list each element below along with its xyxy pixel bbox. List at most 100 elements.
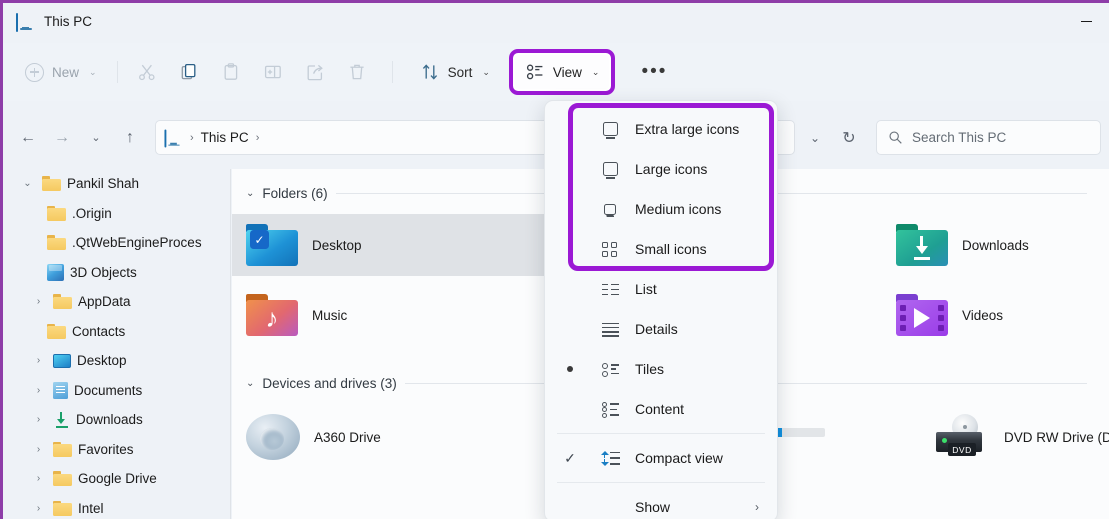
sidebar-item-label: Favorites [78,441,134,457]
group-title: Devices and drives (3) [262,375,397,391]
menu-separator [557,433,765,434]
menu-item-details[interactable]: Details [545,309,777,349]
check-icon: ✓ [564,449,576,466]
sidebar-item-label: Desktop [77,353,127,369]
view-layout-icon [526,64,543,80]
sidebar-item-intel[interactable]: › Intel [3,494,231,519]
sidebar-item-label: Contacts [72,323,126,339]
back-button[interactable]: ← [11,121,45,155]
search-magnifier-icon [889,131,902,144]
menu-marker-slot [545,366,595,372]
navigation-pane[interactable]: ⌄ Pankil Shah .Origin .QtWebEngineProces… [3,169,231,519]
paste-icon [224,63,237,80]
sidebar-item-favorites[interactable]: › Favorites [3,435,231,465]
extra-large-icons-icon [595,122,625,139]
view-button[interactable]: View ⌄ [514,55,610,89]
menu-item-show[interactable]: Show › [545,487,777,519]
cut-button[interactable] [126,55,168,90]
command-toolbar: New ⌄ Sort ⌄ View ⌄ ••• [3,43,1109,101]
table-row[interactable]: Videos [882,284,1003,346]
view-dropdown-menu[interactable]: Extra large icons Large icons Medium ico… [544,100,778,519]
menu-item-content[interactable]: Content [545,389,777,429]
folder-icon [47,205,66,221]
chevron-down-icon[interactable]: ⌄ [246,378,254,389]
recent-locations-button[interactable]: ⌄ [79,121,113,155]
up-button[interactable]: ↑ [113,121,147,155]
table-row[interactable]: ♪ Music [232,284,347,346]
copy-button[interactable] [168,55,210,90]
videos-folder-icon [896,294,948,336]
rename-button[interactable] [252,55,294,90]
table-row[interactable]: Downloads [882,214,1029,276]
sidebar-item-downloads[interactable]: › Downloads [3,405,231,435]
chevron-down-icon: ⌄ [591,66,600,77]
refresh-button[interactable]: ↻ [832,121,866,155]
chevron-right-icon[interactable]: › [30,355,47,366]
window-title: This PC [44,14,93,29]
group-title: Folders (6) [262,185,328,201]
sidebar-item-google-drive[interactable]: › Google Drive [3,464,231,494]
folder-icon [53,471,72,487]
chevron-right-icon[interactable]: › [30,296,47,307]
sidebar-item-origin[interactable]: .Origin [3,199,231,229]
chevron-right-icon[interactable]: › [30,444,47,455]
sort-button[interactable]: Sort ⌄ [409,55,501,90]
share-button[interactable] [294,55,336,90]
folder-icon [42,176,61,192]
menu-item-label: Extra large icons [635,121,740,137]
previous-locations-button[interactable]: ⌄ [798,121,832,155]
toolbar-divider [116,61,118,83]
sidebar-item-qtwebengineprocess[interactable]: .QtWebEngineProces [3,228,231,258]
sidebar-item-contacts[interactable]: Contacts [3,317,231,347]
menu-item-medium-icons[interactable]: Medium icons [545,189,777,229]
chevron-right-icon[interactable]: › [30,503,47,514]
forward-button[interactable]: → [45,121,79,155]
desktop-icon [53,353,71,368]
menu-item-small-icons[interactable]: Small icons [545,229,777,269]
rename-icon [264,65,281,79]
menu-item-label: List [635,281,657,297]
folder-icon [53,500,72,516]
details-view-icon [595,322,625,337]
sidebar-item-appdata[interactable]: › AppData [3,287,231,317]
menu-item-extra-large-icons[interactable]: Extra large icons [545,109,777,149]
chevron-down-icon[interactable]: ⌄ [246,188,254,199]
new-button[interactable]: New ⌄ [15,55,109,90]
breadcrumb-separator[interactable]: › [256,132,260,144]
folder-icon [53,294,72,310]
view-button-label: View [552,64,582,80]
delete-button[interactable] [336,55,378,90]
chevron-right-icon[interactable]: › [30,385,47,396]
menu-item-tiles[interactable]: Tiles [545,349,777,389]
pane-divider [230,169,231,519]
scissors-cut-icon [138,64,155,81]
folder-icon [47,235,66,251]
sort-arrows-icon [422,64,437,80]
sidebar-item-desktop[interactable]: › Desktop [3,346,231,376]
see-more-button[interactable]: ••• [631,55,677,89]
sidebar-item-documents[interactable]: › Documents [3,376,231,406]
chevron-down-icon[interactable]: ⌄ [19,178,36,189]
search-input[interactable]: Search This PC [876,120,1101,155]
paste-button[interactable] [210,55,252,90]
menu-item-compact-view[interactable]: ✓ Compact view [545,438,777,478]
row-checkbox[interactable]: ✓ [250,230,269,249]
menu-item-label: Tiles [635,361,665,377]
sidebar-item-3d-objects[interactable]: 3D Objects [3,258,231,288]
minimize-button[interactable] [1063,3,1109,40]
breadcrumb-this-pc[interactable]: This PC [201,130,249,145]
sidebar-item-label: Documents [74,382,143,398]
chevron-right-icon[interactable]: › [30,473,47,484]
table-row[interactable]: Desktop [232,214,552,276]
large-icons-icon [595,162,625,179]
menu-item-list[interactable]: List [545,269,777,309]
chevron-down-icon: ⌄ [89,66,97,77]
table-row[interactable]: DVD DVD RW Drive (D: [922,406,1109,468]
chevron-right-icon[interactable]: › [30,414,47,425]
sidebar-item-pankil-shah[interactable]: ⌄ Pankil Shah [3,169,231,199]
sidebar-item-label: Pankil Shah [67,176,140,192]
table-row[interactable]: A360 Drive [232,406,381,468]
share-icon [307,64,323,81]
menu-item-large-icons[interactable]: Large icons [545,149,777,189]
documents-icon [53,381,68,399]
